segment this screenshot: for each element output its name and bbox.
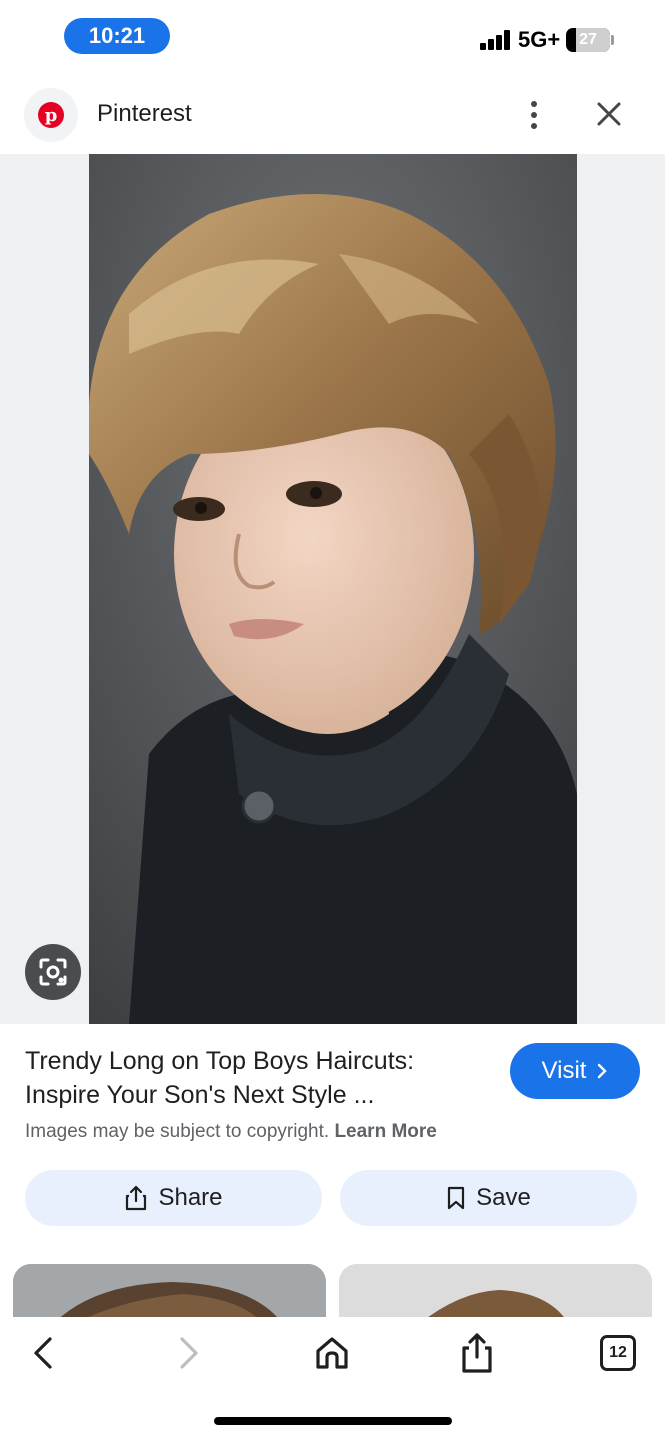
visit-button[interactable]: Visit	[510, 1043, 640, 1099]
bookmark-icon	[448, 1186, 465, 1210]
signal-icon	[480, 30, 512, 50]
save-button[interactable]: Save	[340, 1170, 637, 1226]
home-icon[interactable]	[310, 1331, 354, 1375]
related-image[interactable]	[339, 1264, 652, 1324]
result-title[interactable]: Trendy Long on Top Boys Haircuts: Inspir…	[25, 1044, 493, 1112]
google-lens-icon[interactable]	[25, 944, 81, 1000]
source-name[interactable]: Pinterest	[97, 100, 192, 128]
home-indicator	[214, 1417, 452, 1425]
close-icon[interactable]	[592, 97, 626, 131]
result-photo[interactable]	[89, 154, 577, 1024]
copyright-text: Images may be subject to copyright.	[25, 1121, 330, 1142]
photo-illustration	[89, 154, 577, 1024]
status-bar: 10:21 5G+ 27	[0, 0, 665, 72]
network-label: 5G+	[518, 27, 561, 52]
image-viewer	[0, 154, 665, 1024]
copyright-notice: Images may be subject to copyright. Lear…	[25, 1121, 437, 1143]
visit-label: Visit	[541, 1057, 587, 1084]
more-vert-icon[interactable]	[522, 97, 546, 133]
battery-tip	[611, 35, 614, 45]
forward-icon[interactable]	[166, 1331, 210, 1375]
share-label: Share	[158, 1184, 223, 1211]
lens-glyph	[39, 958, 67, 986]
pinterest-logo-icon[interactable]: p	[24, 88, 78, 142]
battery-icon: 27	[566, 28, 610, 52]
pinterest-mark: p	[38, 102, 64, 128]
related-image[interactable]	[13, 1264, 326, 1324]
source-header: p Pinterest	[0, 80, 665, 154]
tab-count: 12	[609, 1344, 627, 1361]
battery-level: 27	[579, 31, 597, 48]
save-label: Save	[476, 1184, 531, 1211]
related-thumbnail-1	[13, 1264, 326, 1324]
share-icon[interactable]	[455, 1331, 499, 1375]
related-thumbnail-2	[339, 1264, 652, 1324]
back-icon[interactable]	[22, 1331, 66, 1375]
chevron-right-icon	[598, 1063, 608, 1079]
tabs-icon[interactable]: 12	[600, 1335, 636, 1371]
learn-more-link[interactable]: Learn More	[334, 1121, 436, 1142]
status-time: 10:21	[64, 18, 170, 54]
share-icon	[126, 1185, 147, 1211]
share-button[interactable]: Share	[25, 1170, 322, 1226]
